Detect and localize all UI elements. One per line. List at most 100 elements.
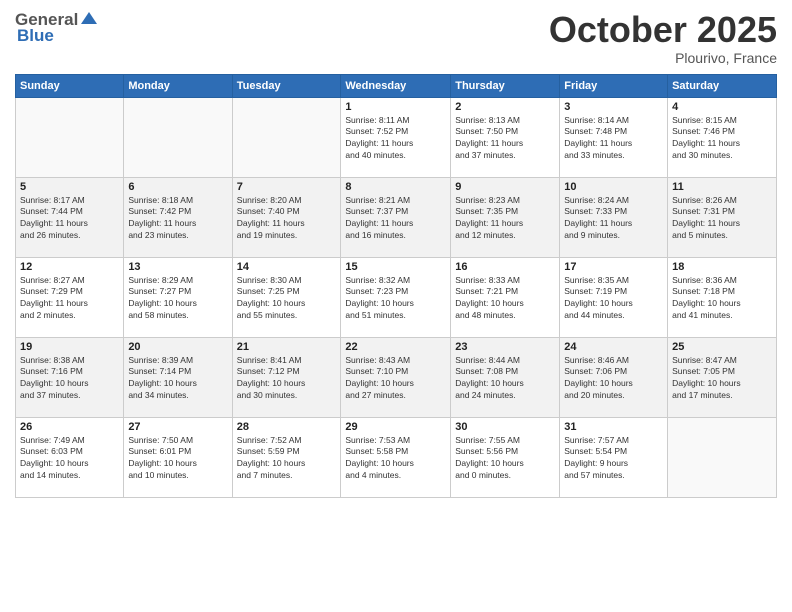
logo-blue: Blue bbox=[17, 26, 54, 46]
day-info: Sunrise: 8:15 AM Sunset: 7:46 PM Dayligh… bbox=[672, 115, 772, 163]
location: Plourivo, France bbox=[549, 50, 777, 66]
col-wednesday: Wednesday bbox=[341, 74, 451, 97]
day-number: 25 bbox=[672, 341, 772, 353]
calendar-cell: 15 Sunrise: 8:32 AM Sunset: 7:23 PM Dayli… bbox=[341, 257, 451, 337]
calendar-cell: 22 Sunrise: 8:43 AM Sunset: 7:10 PM Dayli… bbox=[341, 337, 451, 417]
day-info: Sunrise: 7:52 AM Sunset: 5:59 PM Dayligh… bbox=[237, 435, 337, 483]
day-number: 29 bbox=[345, 421, 446, 433]
month-title: October 2025 bbox=[549, 10, 777, 50]
page: General Blue October 2025 Plourivo, Fran… bbox=[0, 0, 792, 612]
day-number: 26 bbox=[20, 421, 119, 433]
calendar-cell bbox=[16, 97, 124, 177]
calendar-week-row: 26 Sunrise: 7:49 AM Sunset: 6:03 PM Dayli… bbox=[16, 417, 777, 497]
day-number: 8 bbox=[345, 181, 446, 193]
day-number: 18 bbox=[672, 261, 772, 273]
calendar-cell: 13 Sunrise: 8:29 AM Sunset: 7:27 PM Dayli… bbox=[124, 257, 232, 337]
calendar-cell: 24Sunrise: 8:46 AM Sunset: 7:06 PM Dayli… bbox=[560, 337, 668, 417]
day-info: Sunrise: 8:39 AM Sunset: 7:14 PM Dayligh… bbox=[128, 355, 227, 403]
day-number: 21 bbox=[237, 341, 337, 353]
calendar-cell: 9 Sunrise: 8:23 AM Sunset: 7:35 PM Daylig… bbox=[451, 177, 560, 257]
calendar-cell: 1Sunrise: 8:11 AM Sunset: 7:52 PM Daylig… bbox=[341, 97, 451, 177]
day-number: 13 bbox=[128, 261, 227, 273]
calendar-cell bbox=[124, 97, 232, 177]
day-number: 16 bbox=[455, 261, 555, 273]
calendar-cell: 8 Sunrise: 8:21 AM Sunset: 7:37 PM Daylig… bbox=[341, 177, 451, 257]
day-info: Sunrise: 7:49 AM Sunset: 6:03 PM Dayligh… bbox=[20, 435, 119, 483]
day-info: Sunrise: 7:50 AM Sunset: 6:01 PM Dayligh… bbox=[128, 435, 227, 483]
calendar-week-row: 19 Sunrise: 8:38 AM Sunset: 7:16 PM Dayli… bbox=[16, 337, 777, 417]
calendar-cell: 5 Sunrise: 8:17 AM Sunset: 7:44 PM Daylig… bbox=[16, 177, 124, 257]
col-sunday: Sunday bbox=[16, 74, 124, 97]
day-number: 12 bbox=[20, 261, 119, 273]
day-number: 11 bbox=[672, 181, 772, 193]
day-info: Sunrise: 8:33 AM Sunset: 7:21 PM Dayligh… bbox=[455, 275, 555, 323]
calendar-cell: 4Sunrise: 8:15 AM Sunset: 7:46 PM Daylig… bbox=[668, 97, 777, 177]
col-monday: Monday bbox=[124, 74, 232, 97]
logo-icon bbox=[79, 10, 99, 30]
day-number: 27 bbox=[128, 421, 227, 433]
day-info: Sunrise: 8:24 AM Sunset: 7:33 PM Dayligh… bbox=[564, 195, 663, 243]
calendar-week-row: 5 Sunrise: 8:17 AM Sunset: 7:44 PM Daylig… bbox=[16, 177, 777, 257]
day-number: 9 bbox=[455, 181, 555, 193]
day-number: 10 bbox=[564, 181, 663, 193]
calendar-cell: 6 Sunrise: 8:18 AM Sunset: 7:42 PM Daylig… bbox=[124, 177, 232, 257]
calendar-week-row: 12 Sunrise: 8:27 AM Sunset: 7:29 PM Dayli… bbox=[16, 257, 777, 337]
day-number: 6 bbox=[128, 181, 227, 193]
day-info: Sunrise: 8:38 AM Sunset: 7:16 PM Dayligh… bbox=[20, 355, 119, 403]
day-info: Sunrise: 8:32 AM Sunset: 7:23 PM Dayligh… bbox=[345, 275, 446, 323]
calendar-cell: 11 Sunrise: 8:26 AM Sunset: 7:31 PM Dayli… bbox=[668, 177, 777, 257]
day-info: Sunrise: 8:30 AM Sunset: 7:25 PM Dayligh… bbox=[237, 275, 337, 323]
day-info: Sunrise: 8:43 AM Sunset: 7:10 PM Dayligh… bbox=[345, 355, 446, 403]
title-block: October 2025 Plourivo, France bbox=[549, 10, 777, 66]
day-number: 31 bbox=[564, 421, 663, 433]
day-number: 5 bbox=[20, 181, 119, 193]
day-info: Sunrise: 8:20 AM Sunset: 7:40 PM Dayligh… bbox=[237, 195, 337, 243]
header: General Blue October 2025 Plourivo, Fran… bbox=[15, 10, 777, 66]
day-number: 14 bbox=[237, 261, 337, 273]
day-info: Sunrise: 7:53 AM Sunset: 5:58 PM Dayligh… bbox=[345, 435, 446, 483]
calendar-cell: 10 Sunrise: 8:24 AM Sunset: 7:33 PM Dayli… bbox=[560, 177, 668, 257]
day-number: 23 bbox=[455, 341, 555, 353]
day-info: Sunrise: 8:18 AM Sunset: 7:42 PM Dayligh… bbox=[128, 195, 227, 243]
day-info: Sunrise: 8:35 AM Sunset: 7:19 PM Dayligh… bbox=[564, 275, 663, 323]
day-info: Sunrise: 8:23 AM Sunset: 7:35 PM Dayligh… bbox=[455, 195, 555, 243]
calendar-cell: 29 Sunrise: 7:53 AM Sunset: 5:58 PM Dayli… bbox=[341, 417, 451, 497]
calendar-cell: 27 Sunrise: 7:50 AM Sunset: 6:01 PM Dayli… bbox=[124, 417, 232, 497]
calendar-cell: 17Sunrise: 8:35 AM Sunset: 7:19 PM Dayli… bbox=[560, 257, 668, 337]
day-info: Sunrise: 8:17 AM Sunset: 7:44 PM Dayligh… bbox=[20, 195, 119, 243]
day-number: 20 bbox=[128, 341, 227, 353]
calendar-cell: 31Sunrise: 7:57 AM Sunset: 5:54 PM Dayli… bbox=[560, 417, 668, 497]
calendar-cell: 12 Sunrise: 8:27 AM Sunset: 7:29 PM Dayli… bbox=[16, 257, 124, 337]
day-number: 22 bbox=[345, 341, 446, 353]
day-info: Sunrise: 8:27 AM Sunset: 7:29 PM Dayligh… bbox=[20, 275, 119, 323]
calendar-cell: 7 Sunrise: 8:20 AM Sunset: 7:40 PM Daylig… bbox=[232, 177, 341, 257]
calendar-cell: 20 Sunrise: 8:39 AM Sunset: 7:14 PM Dayli… bbox=[124, 337, 232, 417]
day-number: 7 bbox=[237, 181, 337, 193]
calendar-header-row: Sunday Monday Tuesday Wednesday Thursday… bbox=[16, 74, 777, 97]
calendar-cell: 2 Sunrise: 8:13 AM Sunset: 7:50 PM Daylig… bbox=[451, 97, 560, 177]
day-info: Sunrise: 8:47 AM Sunset: 7:05 PM Dayligh… bbox=[672, 355, 772, 403]
calendar-cell: 28 Sunrise: 7:52 AM Sunset: 5:59 PM Dayli… bbox=[232, 417, 341, 497]
day-info: Sunrise: 8:26 AM Sunset: 7:31 PM Dayligh… bbox=[672, 195, 772, 243]
day-info: Sunrise: 8:21 AM Sunset: 7:37 PM Dayligh… bbox=[345, 195, 446, 243]
calendar-cell: 16 Sunrise: 8:33 AM Sunset: 7:21 PM Dayli… bbox=[451, 257, 560, 337]
day-number: 3 bbox=[564, 101, 663, 113]
day-info: Sunrise: 8:29 AM Sunset: 7:27 PM Dayligh… bbox=[128, 275, 227, 323]
day-info: Sunrise: 8:44 AM Sunset: 7:08 PM Dayligh… bbox=[455, 355, 555, 403]
calendar-cell: 21Sunrise: 8:41 AM Sunset: 7:12 PM Dayli… bbox=[232, 337, 341, 417]
day-number: 28 bbox=[237, 421, 337, 433]
day-info: Sunrise: 8:13 AM Sunset: 7:50 PM Dayligh… bbox=[455, 115, 555, 163]
day-number: 19 bbox=[20, 341, 119, 353]
col-thursday: Thursday bbox=[451, 74, 560, 97]
calendar-cell: 30Sunrise: 7:55 AM Sunset: 5:56 PM Dayli… bbox=[451, 417, 560, 497]
day-info: Sunrise: 8:14 AM Sunset: 7:48 PM Dayligh… bbox=[564, 115, 663, 163]
calendar-week-row: 1Sunrise: 8:11 AM Sunset: 7:52 PM Daylig… bbox=[16, 97, 777, 177]
calendar-cell bbox=[232, 97, 341, 177]
day-number: 15 bbox=[345, 261, 446, 273]
day-number: 1 bbox=[345, 101, 446, 113]
day-number: 30 bbox=[455, 421, 555, 433]
day-info: Sunrise: 8:46 AM Sunset: 7:06 PM Dayligh… bbox=[564, 355, 663, 403]
day-number: 2 bbox=[455, 101, 555, 113]
calendar-cell: 18 Sunrise: 8:36 AM Sunset: 7:18 PM Dayli… bbox=[668, 257, 777, 337]
day-info: Sunrise: 8:36 AM Sunset: 7:18 PM Dayligh… bbox=[672, 275, 772, 323]
